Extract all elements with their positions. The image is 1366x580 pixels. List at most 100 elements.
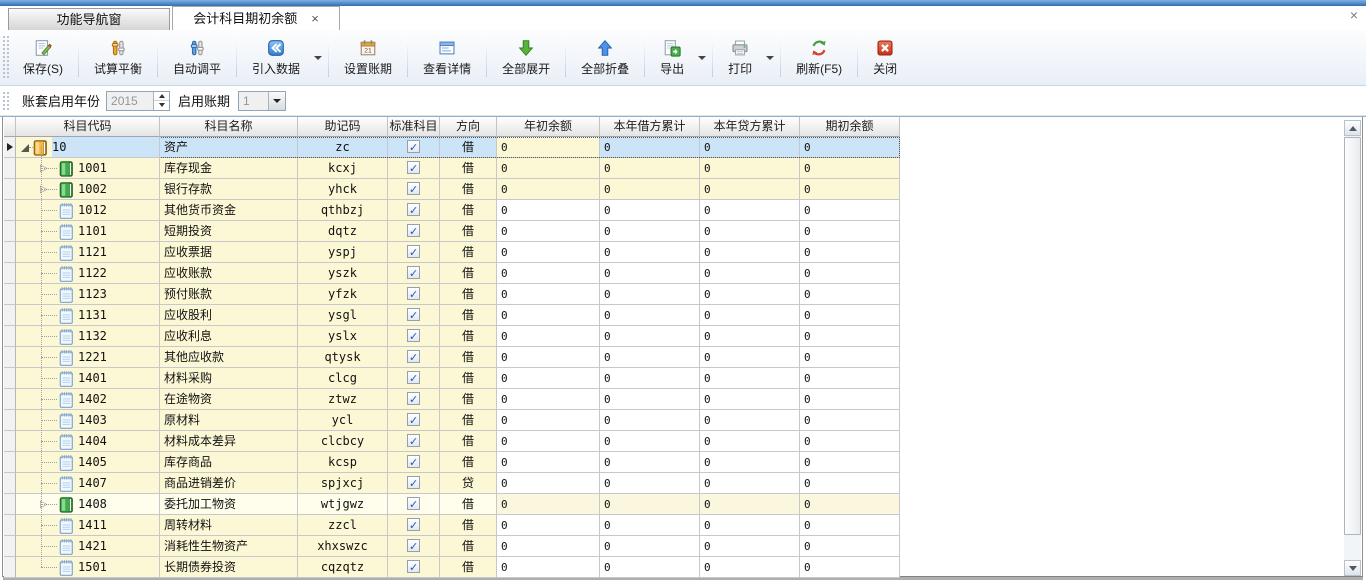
checked-checkbox[interactable] <box>407 455 420 468</box>
row-selector-cell[interactable] <box>4 305 16 326</box>
account-row[interactable]: 1121应收票据yspj借0000 <box>4 242 900 263</box>
checked-checkbox[interactable] <box>407 266 420 279</box>
cell-year-debit-total[interactable]: 0 <box>600 179 700 200</box>
cell-year-debit-total[interactable]: 0 <box>600 431 700 452</box>
cell-year-begin-balance[interactable]: 0 <box>497 158 600 179</box>
cell-year-credit-total[interactable]: 0 <box>700 494 800 515</box>
cell-year-begin-balance[interactable]: 0 <box>497 536 600 557</box>
cell-year-begin-balance[interactable]: 0 <box>497 347 600 368</box>
cell-year-begin-balance[interactable]: 0 <box>497 431 600 452</box>
account-row[interactable]: 1401材料采购clcg借0000 <box>4 368 900 389</box>
import-data-button[interactable]: 引入数据 <box>242 33 310 82</box>
auto-balance-button[interactable]: 自动调平 <box>163 33 231 82</box>
checked-checkbox[interactable] <box>407 224 420 237</box>
scroll-down-button[interactable] <box>1344 560 1361 576</box>
cell-year-debit-total[interactable]: 0 <box>600 326 700 347</box>
cell-opening-balance[interactable]: 0 <box>800 347 900 368</box>
cell-opening-balance[interactable]: 0 <box>800 410 900 431</box>
cell-opening-balance[interactable]: 0 <box>800 557 900 578</box>
row-selector-cell[interactable] <box>4 473 16 494</box>
expand-all-button[interactable]: 全部展开 <box>492 33 560 82</box>
trial-balance-button[interactable]: 试算平衡 <box>84 33 152 82</box>
cell-year-credit-total[interactable]: 0 <box>700 389 800 410</box>
cell-year-debit-total[interactable]: 0 <box>600 137 700 158</box>
account-row[interactable]: ▷1002银行存款yhck借0000 <box>4 179 900 200</box>
row-selector-cell[interactable] <box>4 179 16 200</box>
account-row[interactable]: 1132应收利息yslx借0000 <box>4 326 900 347</box>
cell-year-begin-balance[interactable]: 0 <box>497 221 600 242</box>
column-header[interactable]: 科目代码 <box>16 117 160 137</box>
cell-year-begin-balance[interactable]: 0 <box>497 452 600 473</box>
row-selector-cell[interactable] <box>4 347 16 368</box>
cell-opening-balance[interactable]: 0 <box>800 389 900 410</box>
cell-year-debit-total[interactable]: 0 <box>600 389 700 410</box>
account-row[interactable]: 1402在途物资ztwz借0000 <box>4 389 900 410</box>
filterbar-gripper[interactable] <box>3 92 10 110</box>
row-selector-cell[interactable] <box>4 431 16 452</box>
cell-year-debit-total[interactable]: 0 <box>600 452 700 473</box>
cell-year-credit-total[interactable]: 0 <box>700 137 800 158</box>
cell-year-begin-balance[interactable]: 0 <box>497 494 600 515</box>
cell-year-debit-total[interactable]: 0 <box>600 515 700 536</box>
cell-year-debit-total[interactable]: 0 <box>600 410 700 431</box>
row-selector-cell[interactable] <box>4 242 16 263</box>
checked-checkbox[interactable] <box>407 476 420 489</box>
account-row[interactable]: 1403原材料ycl借0000 <box>4 410 900 431</box>
cell-opening-balance[interactable]: 0 <box>800 242 900 263</box>
tree-expanded-icon[interactable] <box>21 144 29 152</box>
row-selector-cell[interactable] <box>4 263 16 284</box>
account-row[interactable]: 1421消耗性生物资产xhxswzc借0000 <box>4 536 900 557</box>
row-selector-cell[interactable] <box>4 200 16 221</box>
column-header[interactable]: 标准科目 <box>388 117 440 137</box>
close-button[interactable]: 关闭 <box>863 33 907 82</box>
account-row[interactable]: 1131应收股利ysgl借0000 <box>4 305 900 326</box>
cell-opening-balance[interactable]: 0 <box>800 137 900 158</box>
account-row[interactable]: 1122应收账款yszk借0000 <box>4 263 900 284</box>
scroll-up-button[interactable] <box>1344 120 1361 136</box>
checked-checkbox[interactable] <box>407 182 420 195</box>
cell-opening-balance[interactable]: 0 <box>800 473 900 494</box>
cell-year-credit-total[interactable]: 0 <box>700 326 800 347</box>
tree-collapsed-icon[interactable]: ▷ <box>40 180 48 200</box>
account-row[interactable]: 1221其他应收款qtysk借0000 <box>4 347 900 368</box>
spinner-up-button[interactable] <box>154 92 169 101</box>
cell-year-debit-total[interactable]: 0 <box>600 473 700 494</box>
collapse-all-button[interactable]: 全部折叠 <box>571 33 639 82</box>
cell-year-credit-total[interactable]: 0 <box>700 158 800 179</box>
cell-year-credit-total[interactable]: 0 <box>700 221 800 242</box>
column-header[interactable]: 助记码 <box>298 117 388 137</box>
checked-checkbox[interactable] <box>407 434 420 447</box>
checked-checkbox[interactable] <box>407 329 420 342</box>
checked-checkbox[interactable] <box>407 161 420 174</box>
cell-year-begin-balance[interactable]: 0 <box>497 473 600 494</box>
account-row[interactable]: ▷1408委托加工物资wtjgwz借0000 <box>4 494 900 515</box>
cell-opening-balance[interactable]: 0 <box>800 263 900 284</box>
print-button[interactable]: 打印 <box>718 33 762 82</box>
column-header[interactable]: 本年贷方累计 <box>700 117 800 137</box>
cell-year-credit-total[interactable]: 0 <box>700 452 800 473</box>
row-selector-cell[interactable] <box>4 368 16 389</box>
account-row[interactable]: 10资产zc借0000 <box>4 137 900 158</box>
cell-year-credit-total[interactable]: 0 <box>700 536 800 557</box>
cell-opening-balance[interactable]: 0 <box>800 452 900 473</box>
cell-year-credit-total[interactable]: 0 <box>700 179 800 200</box>
row-selector-cell[interactable] <box>4 515 16 536</box>
cell-year-debit-total[interactable]: 0 <box>600 305 700 326</box>
cell-year-credit-total[interactable]: 0 <box>700 347 800 368</box>
cell-year-begin-balance[interactable]: 0 <box>497 242 600 263</box>
cell-year-begin-balance[interactable]: 0 <box>497 137 600 158</box>
cell-opening-balance[interactable]: 0 <box>800 431 900 452</box>
checked-checkbox[interactable] <box>407 140 420 153</box>
column-header[interactable]: 方向 <box>440 117 497 137</box>
account-row[interactable]: 1101短期投资dqtz借0000 <box>4 221 900 242</box>
tabbar-close-icon[interactable]: × <box>1350 7 1358 23</box>
cell-year-debit-total[interactable]: 0 <box>600 263 700 284</box>
checked-checkbox[interactable] <box>407 203 420 216</box>
cell-year-begin-balance[interactable]: 0 <box>497 284 600 305</box>
cell-opening-balance[interactable]: 0 <box>800 515 900 536</box>
cell-year-debit-total[interactable]: 0 <box>600 158 700 179</box>
cell-year-credit-total[interactable]: 0 <box>700 410 800 431</box>
row-selector-cell[interactable] <box>4 137 16 158</box>
tree-collapsed-icon[interactable]: ▷ <box>40 159 48 179</box>
import-dropdown-arrow-icon[interactable] <box>312 33 323 82</box>
